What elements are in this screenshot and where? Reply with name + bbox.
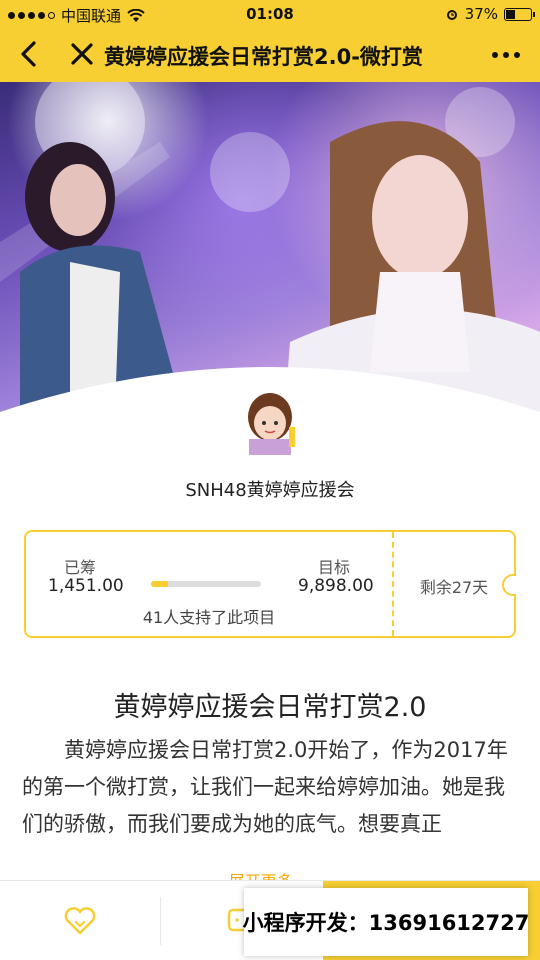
- alarm-icon: [446, 10, 457, 20]
- raised-amount: 1,451.00: [48, 576, 124, 596]
- promo-watermark: 小程序开发：13691612727: [243, 888, 529, 956]
- article-body: 黄婷婷应援会日常打赏2.0开始了，作为2017年的第一个微打赏，让我们一起来给婷…: [22, 738, 508, 836]
- heart-icon: [64, 907, 96, 935]
- article-title: 黄婷婷应援会日常打赏2.0: [113, 692, 427, 723]
- goal-amount: 9,898.00: [298, 576, 374, 596]
- funding-card: 已筹 1,451.00 目标 9,898.00 41人支持了此项目 剩余27天: [24, 530, 516, 638]
- avatar[interactable]: [225, 375, 315, 465]
- days-remaining: 剩余27天: [419, 578, 489, 597]
- raised-label: 已筹: [64, 558, 97, 577]
- organizer-name: SNH48黄婷婷应援会: [185, 480, 355, 501]
- goal-label: 目标: [318, 558, 351, 577]
- favorite-button[interactable]: [0, 881, 160, 960]
- battery-icon: [504, 7, 535, 21]
- page-title: 黄婷婷应援会日常打赏2.0-微打赏: [104, 45, 423, 69]
- chevron-left-icon[interactable]: [14, 38, 46, 70]
- status-bar: 中国联通 01:08 37%: [0, 0, 540, 28]
- supporters-count: 41人支持了此项目: [142, 608, 276, 627]
- nav-bar: 黄婷婷应援会日常打赏2.0-微打赏: [0, 28, 540, 82]
- funding-progress-bar: [151, 581, 261, 587]
- more-dots-icon[interactable]: [486, 40, 526, 70]
- close-icon[interactable]: [66, 38, 98, 70]
- battery-percent: 37%: [464, 5, 498, 23]
